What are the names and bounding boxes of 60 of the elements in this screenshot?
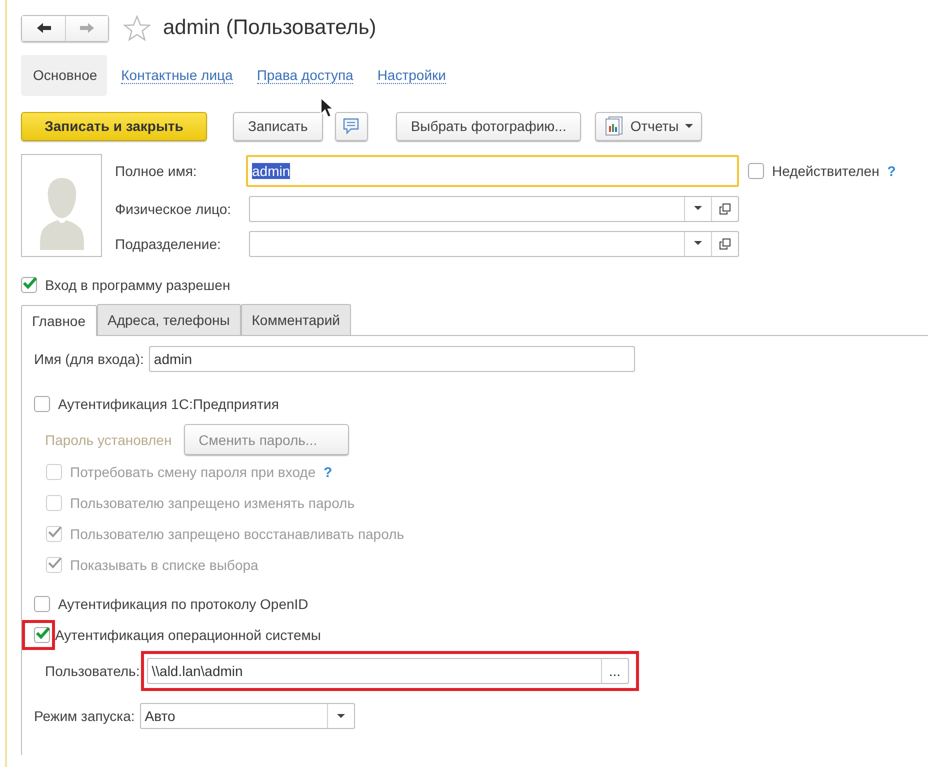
toolbar-button[interactable]: Записать [233, 112, 323, 140]
toolbar-button[interactable]: Выбрать фотографию... [396, 112, 582, 140]
checkbox-label: Пользователю запрещено восстанавливать пароль [70, 526, 404, 542]
section-link[interactable]: Настройки [377, 67, 446, 84]
section-link[interactable]: Основное [21, 55, 108, 96]
user-field[interactable]: \\ald.lan\admin ... [146, 658, 629, 684]
password-status: Пароль установлен [45, 432, 172, 448]
checkbox-label: Вход в программу разрешен [45, 276, 230, 292]
history-button-group[interactable] [21, 14, 109, 42]
select-field[interactable] [249, 230, 739, 256]
checkbox[interactable] [34, 396, 50, 412]
mouse-pointer-icon [320, 97, 334, 119]
checkbox[interactable] [748, 162, 764, 178]
checkbox-label: Аутентификация операционной системы [55, 626, 321, 642]
checkbox-label: Аутентификация 1С:Предприятия [58, 396, 279, 412]
section-link[interactable]: Контактные лица [121, 67, 233, 84]
field-label: Физическое лицо: [115, 200, 232, 216]
report-icon [604, 116, 624, 136]
field-label: Пользователь: [45, 663, 140, 679]
field-value: admin [154, 351, 192, 367]
tab[interactable]: Главное [21, 305, 96, 336]
field-label: Подразделение: [115, 236, 222, 252]
open-window-icon [719, 202, 731, 214]
launch-mode-field[interactable]: Авто [140, 703, 355, 729]
field-label: Имя (для входа): [34, 351, 144, 367]
checkbox-label: Потребовать смену пароля при входе [70, 464, 316, 480]
comment-button[interactable] [334, 112, 368, 140]
field-value: admin [252, 162, 290, 178]
login-name-field[interactable]: admin [148, 346, 635, 372]
window-title: admin (Пользователь) [163, 16, 376, 40]
tab[interactable]: Адреса, телефоны [96, 304, 241, 335]
select-button[interactable]: ... [600, 659, 628, 683]
save-close-button[interactable]: Записать и закрыть [21, 112, 207, 140]
checkbox[interactable] [34, 596, 50, 612]
field-label: Режим запуска: [34, 708, 135, 724]
comment-icon [342, 117, 360, 135]
caret-icon [684, 124, 693, 128]
checkbox[interactable] [34, 626, 50, 642]
section-link[interactable]: Права доступа [256, 67, 354, 84]
checkbox-label: Пользователю запрещено изменять пароль [70, 494, 355, 510]
select-field[interactable] [249, 196, 739, 222]
star-icon[interactable] [123, 14, 151, 42]
open-window-icon [719, 238, 731, 250]
checkbox-label: Показывать в списке выбора [70, 556, 258, 572]
help-link[interactable]: ? [887, 162, 896, 178]
checkbox-label: Аутентификация по протоколу OpenID [58, 596, 308, 612]
back-button[interactable] [22, 16, 65, 40]
checkbox[interactable] [21, 276, 37, 292]
forward-arrow-icon [79, 22, 95, 34]
back-arrow-icon [36, 22, 52, 34]
caret-icon [336, 714, 345, 718]
reports-menu-button[interactable]: Отчеты [595, 112, 702, 140]
field-value: \\ald.lan\admin [152, 663, 244, 679]
caret-icon [694, 241, 702, 246]
caret-icon [694, 206, 702, 211]
checkbox-label: Недействителен [772, 162, 880, 178]
tab[interactable]: Комментарий [240, 304, 351, 335]
name-field[interactable]: admin [246, 154, 739, 186]
field-label: Полное имя: [115, 162, 198, 178]
field-value: Авто [144, 708, 176, 724]
